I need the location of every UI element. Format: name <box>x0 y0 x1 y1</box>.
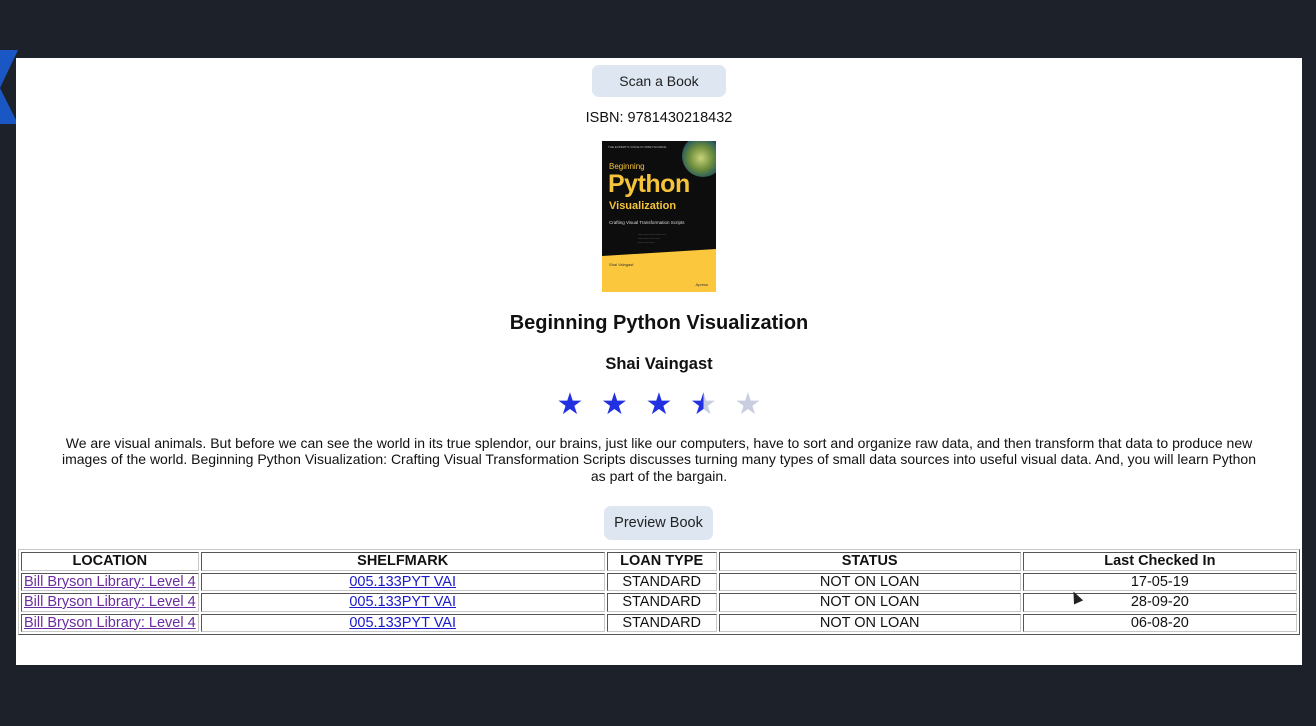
table-header-row: LOCATION SHELFMARK LOAN TYPE STATUS Last… <box>21 552 1297 571</box>
preview-book-button[interactable]: Preview Book <box>604 506 713 540</box>
star-half-icon: ★ <box>681 387 726 423</box>
star-filled-icon: ★ <box>556 388 584 421</box>
cover-title-line3: Visualization <box>609 200 677 212</box>
last-checked-in-cell: 17-05-19 <box>1022 572 1297 591</box>
star-empty-icon: ★ <box>734 388 762 421</box>
isbn-label: ISBN: 9781430218432 <box>585 110 733 126</box>
cover-series-text: THE EXPERT'S VOICE IN OPEN SOURCE <box>608 145 667 149</box>
location-cell: Bill Bryson Library: Level 4 <box>21 613 199 632</box>
cover-title-line2: Python <box>608 170 690 198</box>
location-cell: Bill Bryson Library: Level 4 <box>21 572 199 591</box>
star-filled-icon: ★ <box>601 388 628 421</box>
column-header-loan-type: LOAN TYPE <box>606 552 717 571</box>
shelfmark-link[interactable]: 005.133PYT VAI <box>349 615 456 631</box>
scan-book-button[interactable]: Scan a Book <box>592 65 726 97</box>
status-cell: NOT ON LOAN <box>718 572 1021 591</box>
star-filled-icon: ★ <box>645 388 673 421</box>
shelfmark-link[interactable]: 005.133PYT VAI <box>349 574 456 590</box>
status-cell: NOT ON LOAN <box>718 593 1021 612</box>
table-row: Bill Bryson Library: Level 4 005.133PYT … <box>21 613 1297 632</box>
column-header-location: LOCATION <box>21 552 199 571</box>
location-link[interactable]: Bill Bryson Library: Level 4 <box>24 615 196 631</box>
cover-yellow-edge <box>602 249 716 256</box>
column-header-shelfmark: SHELFMARK <box>200 552 605 571</box>
book-details-page: Scan a Book ISBN: 9781430218432 THE EXPE… <box>16 58 1302 665</box>
shelfmark-link[interactable]: 005.133PYT VAI <box>349 594 456 610</box>
book-author: Shai Vaingast <box>605 355 713 373</box>
table-row: Bill Bryson Library: Level 4 005.133PYT … <box>21 572 1297 591</box>
shelfmark-cell: 005.133PYT VAI <box>200 613 605 632</box>
last-checked-in-cell: 06-08-20 <box>1022 613 1297 632</box>
loan-type-cell: STANDARD <box>606 593 717 612</box>
shelfmark-cell: 005.133PYT VAI <box>200 593 605 612</box>
column-header-status: STATUS <box>718 552 1021 571</box>
table-row: Bill Bryson Library: Level 4 005.133PYT … <box>21 593 1297 612</box>
cover-author: Shai Vaingast <box>609 262 634 267</box>
loan-type-cell: STANDARD <box>606 613 717 632</box>
book-title: Beginning Python Visualization <box>509 312 809 334</box>
shelfmark-cell: 005.133PYT VAI <box>200 572 605 591</box>
cover-publisher: Apress <box>695 282 708 287</box>
column-header-last-checked-in: Last Checked In <box>1022 552 1297 571</box>
location-link[interactable]: Bill Bryson Library: Level 4 <box>24 594 196 610</box>
book-description: We are visual animals. But before we can… <box>62 435 1256 484</box>
holdings-table: LOCATION SHELFMARK LOAN TYPE STATUS Last… <box>18 549 1300 635</box>
last-checked-in-cell: 28-09-20 <box>1022 593 1297 612</box>
location-cell: Bill Bryson Library: Level 4 <box>21 593 199 612</box>
location-link[interactable]: Bill Bryson Library: Level 4 <box>24 574 196 590</box>
book-cover-image: THE EXPERT'S VOICE IN OPEN SOURCE Beginn… <box>602 141 716 292</box>
cover-subtitle: Crafting Visual Transformation Scripts <box>609 220 685 225</box>
cover-blurb: —— —— —— —— —— —— —— —— —— —— —— —— <box>638 233 666 244</box>
loan-type-cell: STANDARD <box>606 572 717 591</box>
star-rating: ★ ★ ★ ★ ★ <box>16 387 1302 423</box>
status-cell: NOT ON LOAN <box>718 613 1021 632</box>
